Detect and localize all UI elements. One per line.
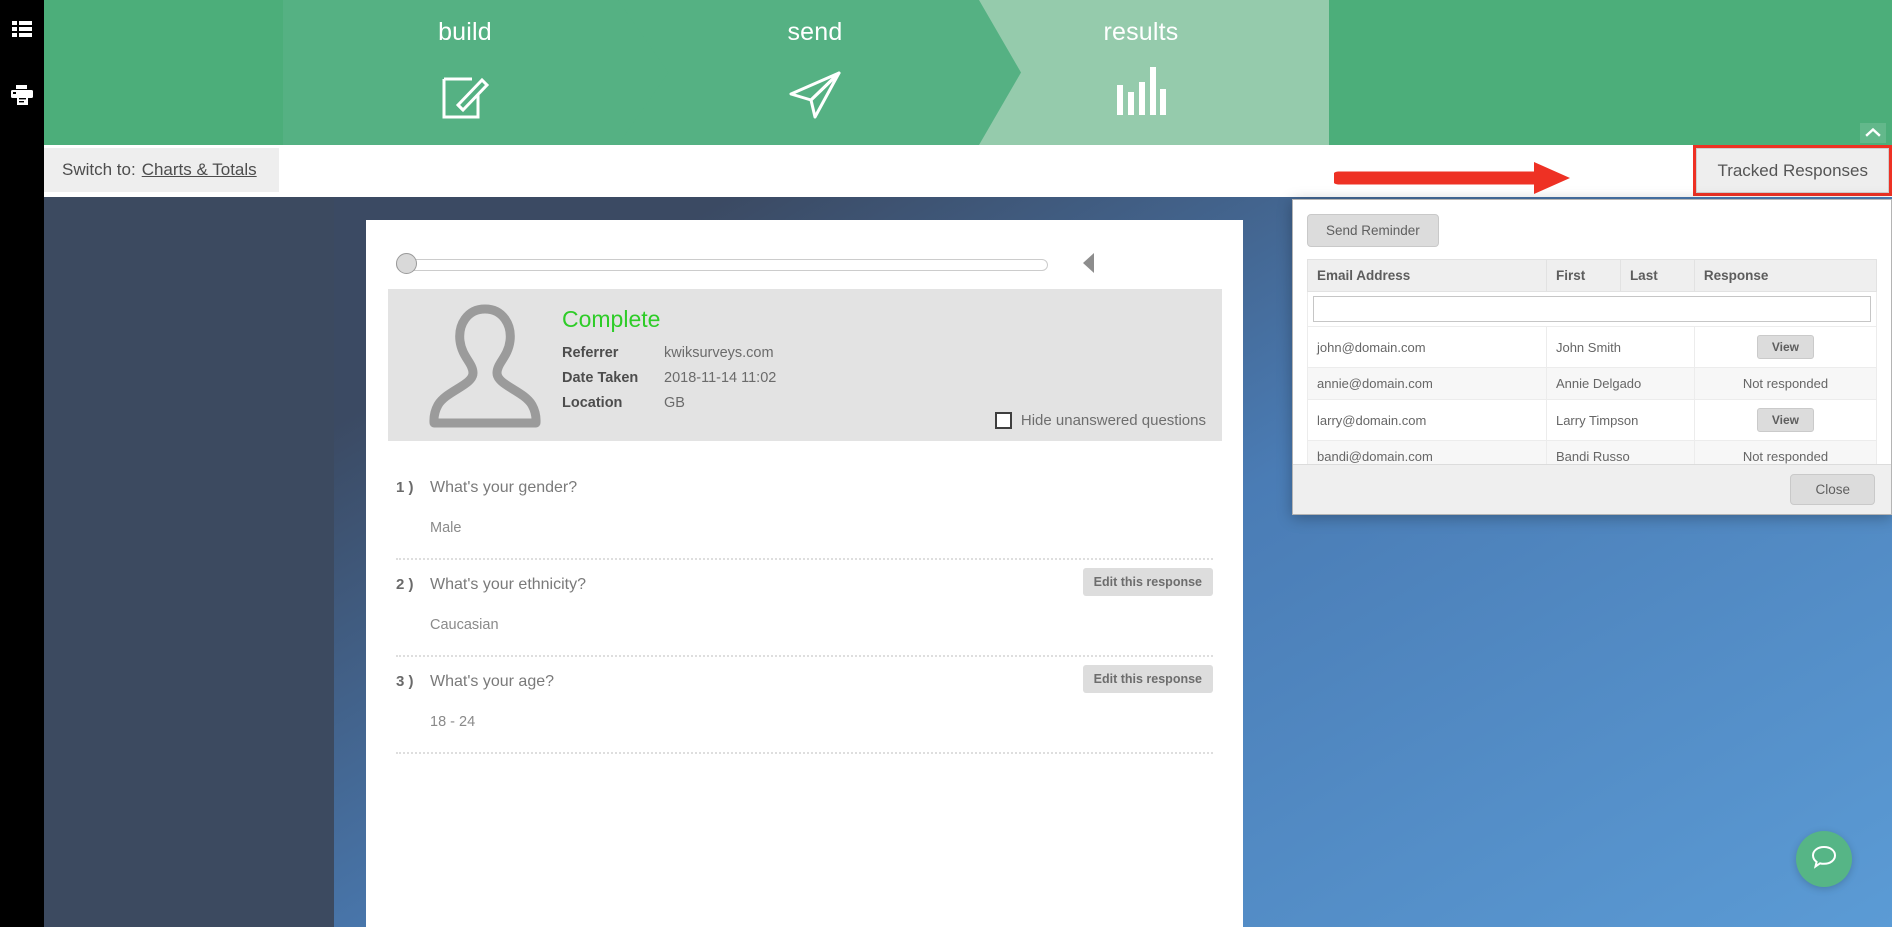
question-answer: Caucasian [430,617,499,633]
meta-row-referrer: Referrer kwiksurveys.com [562,345,776,361]
header-collapse-button[interactable] [1860,123,1886,143]
response-summary-card: Complete Referrer kwiksurveys.com Date T… [388,289,1222,441]
person-silhouette-icon [426,303,544,433]
meta-key: Date Taken [562,370,639,386]
results-toolbar: Switch to: Charts & Totals Tracked Respo… [44,145,1892,197]
document-pencil-icon [438,67,492,121]
step-build[interactable]: build [283,0,673,145]
cell-name: Larry Timpson [1545,399,1695,441]
meta-key: Referrer [562,345,619,361]
meta-key: Location [562,395,623,411]
view-response-button[interactable]: View [1756,335,1815,359]
question-list: 1 ) What's your gender? Male 2 ) What's … [366,463,1243,754]
cell-email: larry@domain.com [1307,399,1547,441]
table-filter-row [1307,291,1877,327]
meta-row-location: Location GB [562,395,776,411]
help-chat-button[interactable] [1796,831,1852,887]
question-item: 3 ) What's your age? Edit this response … [366,657,1243,754]
tracked-responses-button[interactable]: Tracked Responses [1696,148,1889,193]
table-row[interactable]: john@domain.com John Smith View [1307,326,1878,368]
tracked-responses-body: Send Reminder Email Address First Last R… [1293,200,1891,495]
question-text: What's your ethnicity? [430,576,587,593]
question-header: 1 ) What's your gender? [366,479,1243,497]
table-row[interactable]: larry@domain.com Larry Timpson View [1307,399,1878,441]
cell-email: john@domain.com [1307,326,1547,368]
response-navigation-slider[interactable] [396,253,1056,274]
meta-value: 2018-11-14 11:02 [664,370,777,386]
slider-handle[interactable] [396,253,417,274]
cell-name: John Smith [1545,326,1695,368]
edit-response-button[interactable]: Edit this response [1082,665,1213,693]
chevron-left-icon [1080,253,1098,278]
hide-unanswered-row: Hide unanswered questions [994,412,1206,429]
rail-item-list-view[interactable] [0,6,44,52]
response-meta: Referrer kwiksurveys.com Date Taken 2018… [562,345,776,420]
charts-and-totals-link[interactable]: Charts & Totals [142,160,257,180]
tracked-responses-table: Email Address First Last Response john@d… [1307,259,1878,495]
question-number: 3 ) [396,673,414,690]
left-rail [0,0,44,927]
status-badge: Complete [562,306,661,332]
previous-response-button[interactable] [1080,252,1098,279]
step-send[interactable]: send [618,0,1038,145]
meta-row-date-taken: Date Taken 2018-11-14 11:02 [562,370,776,386]
send-reminder-button[interactable]: Send Reminder [1307,214,1439,247]
chat-bubble-icon [1810,843,1838,876]
hide-unanswered-checkbox[interactable] [994,412,1012,429]
cell-name: Annie Delgado [1545,367,1695,400]
step-build-label: build [438,18,492,46]
rail-item-print[interactable] [0,72,44,118]
question-answer: 18 - 24 [430,714,476,730]
slider-track[interactable] [396,259,1048,271]
cell-response: Not responded [1693,367,1878,400]
column-header-response[interactable]: Response [1693,259,1878,292]
tracked-responses-highlight: Tracked Responses [1693,145,1892,196]
app-root: build send results Switch to: Charts & T… [0,0,1892,927]
step-header: build send results [44,0,1892,145]
cell-email: annie@domain.com [1307,367,1547,400]
table-header-row: Email Address First Last Response [1307,259,1878,292]
question-number: 1 ) [396,479,414,496]
question-item: 1 ) What's your gender? Male [366,463,1243,560]
cell-response: View [1693,326,1878,368]
tracked-filter-input[interactable] [1313,296,1871,322]
filter-cell [1307,291,1877,327]
switch-view-pill: Switch to: Charts & Totals [44,148,279,192]
question-answer: Male [430,520,462,536]
edit-response-button[interactable]: Edit this response [1082,568,1213,596]
paper-plane-icon [787,67,843,121]
meta-value: GB [664,395,685,411]
column-header-email[interactable]: Email Address [1307,259,1547,292]
step-results[interactable]: results [979,0,1329,145]
question-text: What's your age? [430,673,555,690]
close-modal-button[interactable]: Close [1790,474,1875,505]
question-text: What's your gender? [430,479,578,496]
step-send-label: send [787,18,843,46]
meta-value: kwiksurveys.com [664,345,774,361]
tracked-responses-footer: Close [1293,464,1891,514]
question-number: 2 ) [396,576,414,593]
switch-prefix-label: Switch to: [62,160,136,179]
list-view-icon [12,20,32,38]
chevron-up-icon [1865,124,1881,142]
step-results-label: results [1103,18,1179,46]
question-item: 2 ) What's your ethnicity? Edit this res… [366,560,1243,657]
response-sheet: Complete Referrer kwiksurveys.com Date T… [366,220,1243,927]
table-row[interactable]: annie@domain.com Annie Delgado Not respo… [1307,367,1878,400]
bar-chart-icon [1115,67,1167,115]
tracked-responses-modal: Send Reminder Email Address First Last R… [1292,199,1892,515]
question-divider [396,752,1213,754]
annotation-arrow-icon [1331,160,1594,201]
hide-unanswered-label: Hide unanswered questions [1020,412,1206,429]
column-header-last[interactable]: Last [1619,259,1695,292]
column-header-first[interactable]: First [1545,259,1621,292]
cell-response: View [1693,399,1878,441]
view-response-button[interactable]: View [1756,408,1815,432]
printer-icon [11,85,33,105]
